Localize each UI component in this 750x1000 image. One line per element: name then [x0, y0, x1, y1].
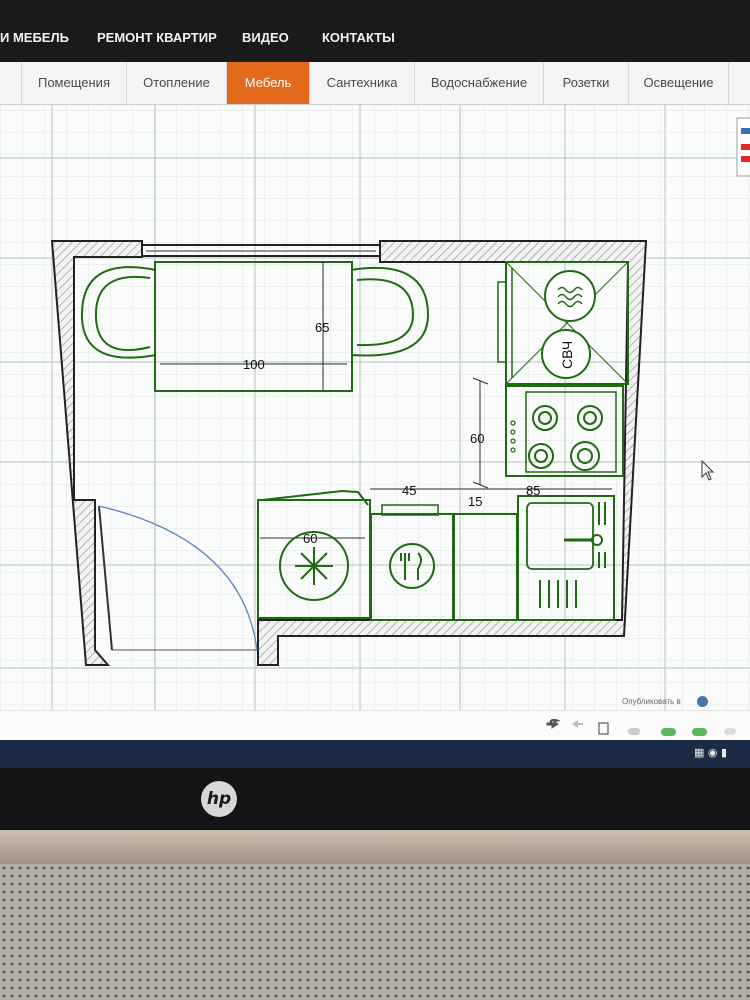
microwave-label: СВЧ — [559, 341, 575, 369]
nav-link-renovation[interactable]: РЕМОНТ КВАРТИР — [97, 30, 217, 45]
vk-share-icon[interactable] — [697, 696, 708, 707]
nav-link-video[interactable]: ВИДЕО — [242, 30, 289, 45]
tab-lighting[interactable]: Освещение — [629, 62, 729, 104]
dimension-label-15: 15 — [468, 494, 482, 509]
tab-heating[interactable]: Отопление — [127, 62, 227, 104]
dimension-label-45: 45 — [402, 483, 416, 498]
redo-icon[interactable] — [572, 720, 583, 728]
hp-logo: hp — [201, 781, 237, 817]
laptop-bezel: hp — [0, 768, 750, 830]
tray-icons: ▦ ◉ ▮ — [694, 746, 728, 759]
top-navigation: И МЕБЕЛЬ РЕМОНТ КВАРТИР ВИДЕО КОНТАКТЫ — [0, 0, 750, 62]
tab-water-supply[interactable]: Водоснабжение — [415, 62, 544, 104]
tab-sockets[interactable]: Розетки — [544, 62, 629, 104]
os-taskbar: ▦ ◉ ▮ — [0, 740, 750, 768]
side-panel-fragment — [736, 117, 750, 177]
hood-icon — [544, 270, 596, 322]
speaker-grille — [0, 864, 750, 1000]
floor-plan-canvas[interactable]: 65 100 60 45 15 85 СВЧ 60 — [0, 105, 750, 710]
trash-icon[interactable] — [598, 722, 609, 735]
toggle-switch[interactable] — [628, 728, 736, 736]
undo-icon[interactable] — [546, 718, 561, 729]
publish-label: Опубликовать в — [622, 697, 681, 706]
laptop-hinge — [0, 830, 750, 864]
category-tabbar: Помещения Отопление Мебель Сантехника Во… — [0, 62, 750, 105]
brand-text: hp — [206, 789, 232, 809]
dimension-label-100: 100 — [243, 357, 265, 372]
dimension-label-hob: 60 — [470, 431, 484, 446]
nav-link-furniture[interactable]: И МЕБЕЛЬ — [0, 30, 69, 45]
tab-scroll-left[interactable] — [0, 62, 22, 104]
tab-rooms[interactable]: Помещения — [22, 62, 127, 104]
nav-link-contacts[interactable]: КОНТАКТЫ — [322, 30, 395, 45]
tab-furniture[interactable]: Мебель — [227, 62, 310, 104]
dimension-label-65: 65 — [315, 320, 329, 335]
tab-plumbing[interactable]: Сантехника — [310, 62, 415, 104]
bottom-toolbar: Опубликовать в — [0, 696, 750, 741]
browser-screen: И МЕБЕЛЬ РЕМОНТ КВАРТИР ВИДЕО КОНТАКТЫ П… — [0, 0, 750, 768]
